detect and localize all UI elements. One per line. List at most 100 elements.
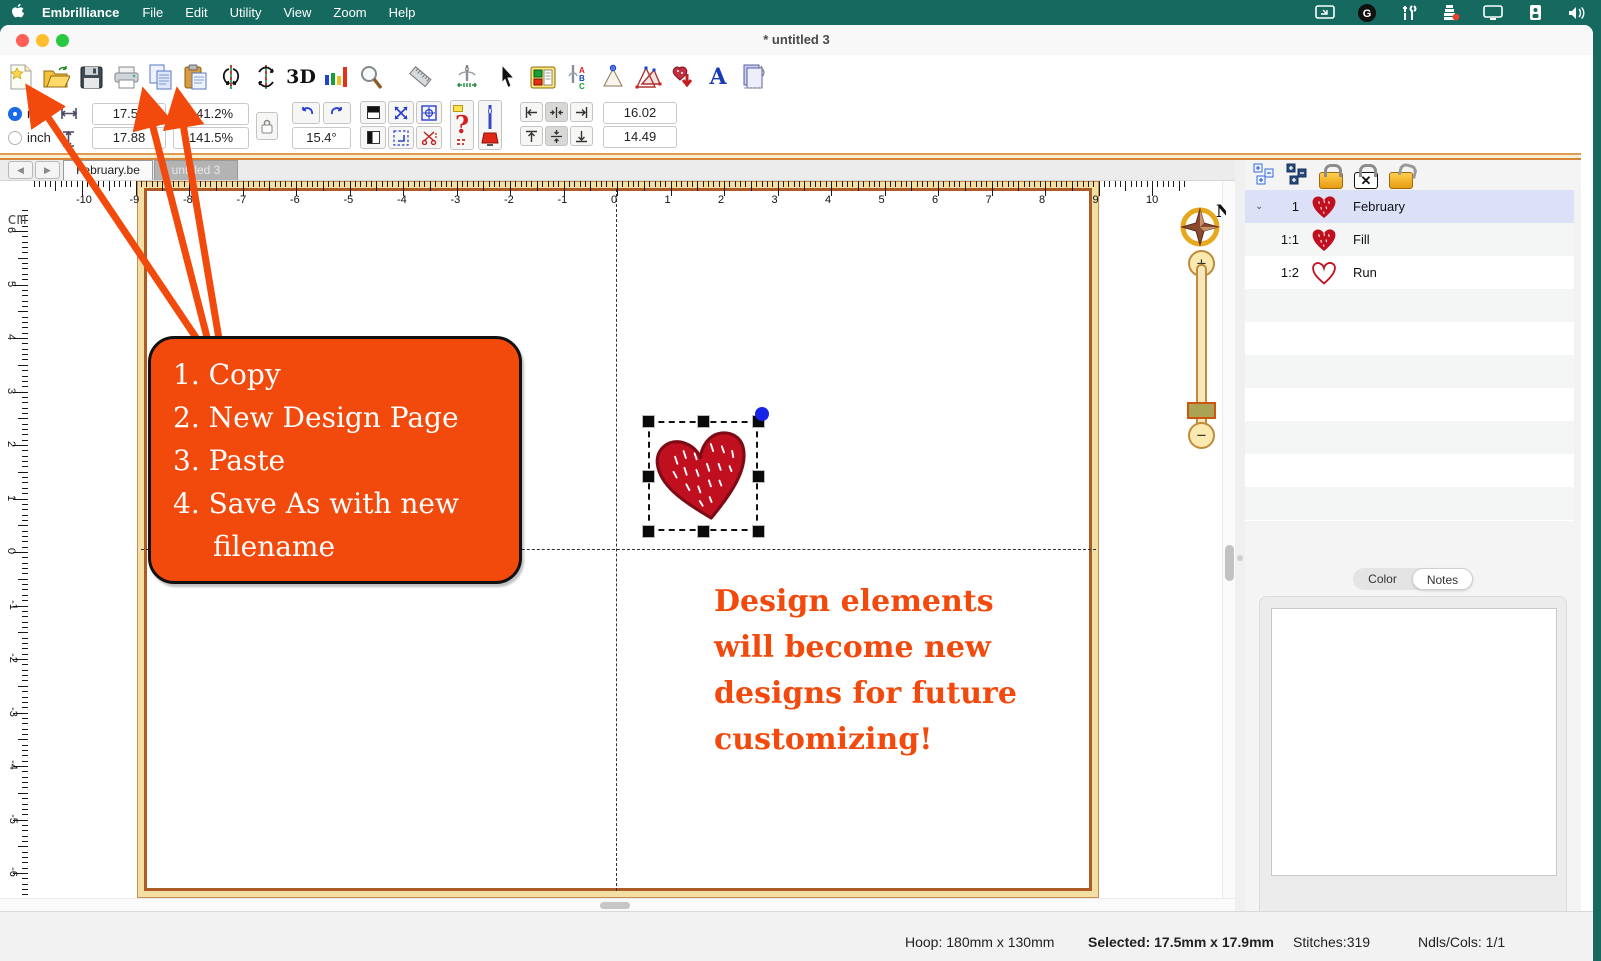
zoom-out-button[interactable]: − bbox=[1188, 422, 1215, 449]
sew-machine-icon[interactable] bbox=[478, 100, 502, 150]
volume-icon[interactable] bbox=[1567, 5, 1587, 21]
apple-menu[interactable] bbox=[0, 4, 30, 22]
collapse-all-icon[interactable] bbox=[1286, 163, 1308, 190]
new-document-icon[interactable] bbox=[6, 61, 36, 93]
selection-handle-se[interactable] bbox=[752, 525, 765, 538]
pos-x-field[interactable]: 16.02 bbox=[603, 102, 677, 124]
density-chart-icon[interactable] bbox=[321, 61, 351, 93]
selection-handle-w[interactable] bbox=[642, 470, 655, 483]
lock-icon[interactable] bbox=[1319, 172, 1343, 189]
tools-icon[interactable] bbox=[1399, 5, 1419, 21]
open-icon[interactable] bbox=[41, 61, 71, 93]
display-icon[interactable] bbox=[1483, 5, 1503, 21]
notes-icon[interactable] bbox=[738, 61, 768, 93]
battery-icon[interactable] bbox=[1525, 5, 1545, 21]
object-row-empty bbox=[1245, 322, 1574, 355]
copy-icon[interactable] bbox=[146, 61, 176, 93]
object-row[interactable]: 1:1 Fill bbox=[1245, 223, 1574, 256]
height-field[interactable]: 17.88 bbox=[92, 127, 166, 149]
expand-all-icon[interactable] bbox=[1253, 163, 1275, 190]
three-d-icon[interactable]: 3D bbox=[286, 61, 316, 93]
align-left-icon[interactable] bbox=[520, 102, 543, 122]
width-field[interactable]: 17.50 bbox=[92, 103, 166, 125]
align-right-icon[interactable] bbox=[570, 102, 593, 122]
logitech-g-icon[interactable]: G bbox=[1357, 5, 1377, 21]
selection-handle-sw[interactable] bbox=[642, 525, 655, 538]
canvas-vertical-scrollbar[interactable] bbox=[1222, 181, 1235, 898]
print-icon[interactable] bbox=[111, 61, 141, 93]
selection-handle-e[interactable] bbox=[752, 470, 765, 483]
stitch-simulator-icon[interactable] bbox=[452, 61, 482, 93]
object-list-scrollbar[interactable] bbox=[1574, 190, 1581, 521]
menu-view[interactable]: View bbox=[272, 5, 322, 20]
selection-handle-s[interactable] bbox=[697, 525, 710, 538]
menu-app-name[interactable]: Embrilliance bbox=[30, 5, 131, 20]
properties-icon[interactable] bbox=[528, 61, 558, 93]
selection-handle-nw[interactable] bbox=[642, 415, 655, 428]
align-top-icon[interactable] bbox=[520, 126, 543, 146]
unit-inch-radio[interactable]: inch bbox=[8, 130, 51, 145]
tab-scroll-left-button[interactable]: ◀ bbox=[8, 161, 33, 179]
align-bottom-icon[interactable] bbox=[570, 126, 593, 146]
contrast-left-icon[interactable] bbox=[360, 126, 386, 149]
menu-file[interactable]: File bbox=[131, 5, 174, 20]
flip-horizontal-icon[interactable] bbox=[216, 61, 246, 93]
zoom-icon[interactable] bbox=[356, 61, 386, 93]
menu-zoom[interactable]: Zoom bbox=[322, 5, 377, 20]
tab-scroll-right-button[interactable]: ▶ bbox=[35, 161, 60, 179]
rotate-cw-button[interactable] bbox=[323, 102, 351, 124]
center-design-icon[interactable] bbox=[416, 101, 442, 124]
unlock-icon[interactable] bbox=[1389, 172, 1413, 189]
vertical-scroll-thumb[interactable] bbox=[1225, 545, 1234, 581]
pos-y-field[interactable]: 14.49 bbox=[603, 126, 677, 148]
align-center-h-icon[interactable] bbox=[545, 102, 568, 122]
contrast-top-icon[interactable] bbox=[360, 101, 386, 124]
dock-connect-icon[interactable] bbox=[1441, 5, 1461, 21]
h-ruler-label: -9 bbox=[130, 194, 140, 206]
canvas-horizontal-scrollbar[interactable] bbox=[0, 898, 1235, 911]
width-percent-field[interactable]: 141.2% bbox=[173, 103, 249, 125]
paste-icon[interactable] bbox=[181, 61, 211, 93]
help-stitch-icon[interactable]: ? bbox=[450, 100, 474, 150]
text-tool-icon[interactable]: A bbox=[703, 61, 733, 93]
height-percent-field[interactable]: 141.5% bbox=[173, 127, 249, 149]
flip-vertical-icon[interactable] bbox=[251, 61, 281, 93]
screen-mirroring-icon[interactable] bbox=[1315, 5, 1335, 21]
object-row-empty bbox=[1245, 388, 1574, 421]
tab-untitled-3[interactable]: untitled 3 bbox=[154, 160, 238, 180]
menu-edit[interactable]: Edit bbox=[174, 5, 218, 20]
trim-scissors-icon[interactable] bbox=[416, 126, 442, 149]
horizontal-scroll-thumb[interactable] bbox=[600, 902, 630, 909]
notes-textarea[interactable] bbox=[1271, 608, 1557, 876]
object-row[interactable]: 1:2 Run bbox=[1245, 256, 1574, 289]
rotation-field[interactable]: 15.4° bbox=[292, 127, 351, 149]
select-arrow-icon[interactable] bbox=[493, 61, 523, 93]
rotate-ccw-button[interactable] bbox=[292, 102, 320, 124]
save-icon[interactable] bbox=[76, 61, 106, 93]
selection-box[interactable] bbox=[648, 421, 758, 531]
lettering-icon[interactable]: ABC bbox=[563, 61, 593, 93]
align-center-v-icon[interactable] bbox=[545, 126, 568, 146]
zoom-slider-handle[interactable] bbox=[1187, 402, 1216, 419]
selection-handle-n[interactable] bbox=[697, 415, 710, 428]
stitch-order-icon[interactable] bbox=[388, 126, 414, 149]
mirror-merge-icon[interactable] bbox=[388, 101, 414, 124]
object-row[interactable]: ⌄1 February bbox=[1245, 190, 1574, 223]
tab-notes[interactable]: Notes bbox=[1412, 568, 1473, 590]
unit-mm-radio[interactable]: mm bbox=[8, 106, 49, 121]
menu-help[interactable]: Help bbox=[378, 5, 427, 20]
aspect-lock-button[interactable] bbox=[256, 112, 278, 140]
stitch-edit-icon[interactable] bbox=[598, 61, 628, 93]
h-ruler-label: 3 bbox=[772, 194, 778, 206]
measure-icon[interactable] bbox=[405, 61, 435, 93]
tab-february-be[interactable]: February.be bbox=[63, 160, 153, 180]
object-index: 1:1 bbox=[1269, 232, 1299, 247]
rotation-handle[interactable] bbox=[755, 407, 769, 421]
expander-chevron-icon[interactable]: ⌄ bbox=[1255, 201, 1269, 212]
tab-color[interactable]: Color bbox=[1353, 568, 1412, 590]
mesh-edit-icon[interactable] bbox=[633, 61, 663, 93]
menu-utility[interactable]: Utility bbox=[219, 5, 273, 20]
panel-splitter[interactable] bbox=[1235, 160, 1245, 911]
merge-design-icon[interactable] bbox=[668, 61, 698, 93]
lock-selected-icon[interactable] bbox=[1354, 172, 1378, 189]
